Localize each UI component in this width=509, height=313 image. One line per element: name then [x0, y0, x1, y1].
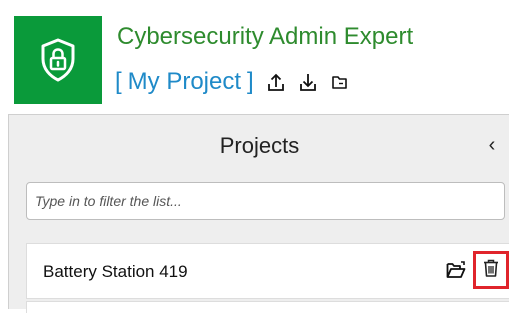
bracket-open: [ [115, 68, 122, 95]
current-project: [ My Project ] [115, 66, 350, 98]
delete-project-button[interactable] [473, 251, 509, 289]
app-window: Cybersecurity Admin Expert [ My Project … [0, 0, 509, 313]
collapse-sidebar-button[interactable]: ‹ [485, 133, 499, 157]
trash-icon [482, 258, 500, 283]
project-list-item-partial [26, 301, 509, 313]
project-item-label: Battery Station 419 [43, 262, 188, 281]
app-title: Cybersecurity Admin Expert [117, 23, 414, 50]
sidebar-title: Projects [219, 133, 300, 158]
folder-icon[interactable] [330, 71, 350, 93]
upload-icon[interactable] [266, 71, 286, 93]
bracket-close: ] [247, 68, 254, 95]
download-icon[interactable] [298, 71, 318, 93]
project-list: Battery Station 419 [26, 243, 509, 313]
app-logo [14, 16, 102, 104]
project-name-link[interactable]: My Project [128, 68, 241, 96]
projects-sidebar: Projects ‹ Battery Station 419 [8, 114, 509, 313]
project-filter-input[interactable] [26, 182, 505, 220]
project-list-item[interactable]: Battery Station 419 [26, 243, 509, 299]
project-item-actions [445, 251, 509, 289]
app-header: Cybersecurity Admin Expert [ My Project … [0, 0, 509, 112]
open-folder-icon[interactable] [445, 259, 467, 281]
shield-lock-icon [38, 37, 78, 83]
